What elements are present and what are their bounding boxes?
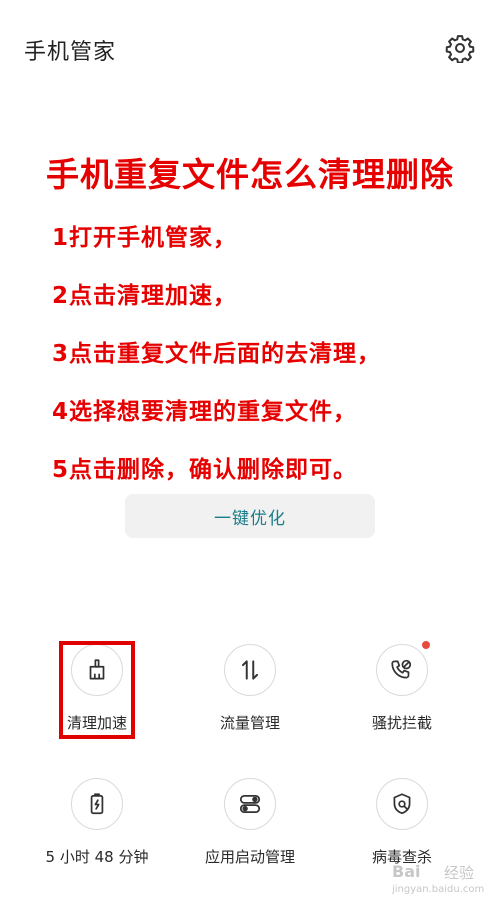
tool-app-launch[interactable]: 应用启动管理	[175, 778, 325, 867]
step-2: 2点击清理加速，	[52, 283, 238, 309]
step-3: 3点击重复文件后面的去清理，	[52, 341, 382, 367]
step-4: 4选择想要清理的重复文件，	[52, 399, 358, 425]
notification-dot	[422, 641, 430, 649]
tool-data-usage[interactable]: 流量管理	[175, 644, 325, 733]
instruction-steps: 1打开手机管家， 2点击清理加速， 3点击重复文件后面的去清理， 4选择想要清理…	[52, 218, 492, 508]
settings-button[interactable]	[443, 31, 477, 65]
watermark-logo: Bai	[392, 862, 421, 881]
tool-circle	[376, 641, 430, 696]
battery-icon	[90, 793, 104, 815]
highlight-box	[59, 641, 135, 739]
app-title: 手机管家	[24, 40, 117, 65]
watermark-url: jingyan.baidu.com	[392, 884, 485, 895]
tool-circle	[224, 644, 276, 696]
shield-scan-icon	[393, 793, 411, 815]
gear-icon	[445, 35, 475, 63]
data-transfer-icon	[241, 660, 259, 680]
tool-battery[interactable]: 5 小时 48 分钟	[22, 778, 172, 867]
overlay-title: 手机重复文件怎么清理删除	[46, 155, 454, 194]
tool-harassment-block[interactable]: 骚扰拦截	[327, 641, 477, 733]
baidu-watermark: Bai 经验 jingyan.baidu.com	[392, 862, 496, 898]
tool-label: 5 小时 48 分钟	[45, 848, 149, 866]
tool-circle	[224, 778, 276, 830]
tool-circle	[71, 778, 123, 830]
tool-circle	[376, 778, 428, 830]
tool-virus-scan[interactable]: 病毒查杀	[327, 778, 477, 867]
step-1: 1打开手机管家，	[52, 225, 238, 251]
optimize-button[interactable]: 一键优化	[125, 494, 375, 538]
tool-label: 流量管理	[219, 714, 280, 732]
app-launch-icon	[239, 795, 261, 813]
tool-label: 应用启动管理	[204, 848, 295, 866]
tool-label: 骚扰拦截	[371, 714, 432, 732]
watermark-text: 经验	[444, 864, 475, 882]
phone-block-icon	[391, 659, 412, 679]
